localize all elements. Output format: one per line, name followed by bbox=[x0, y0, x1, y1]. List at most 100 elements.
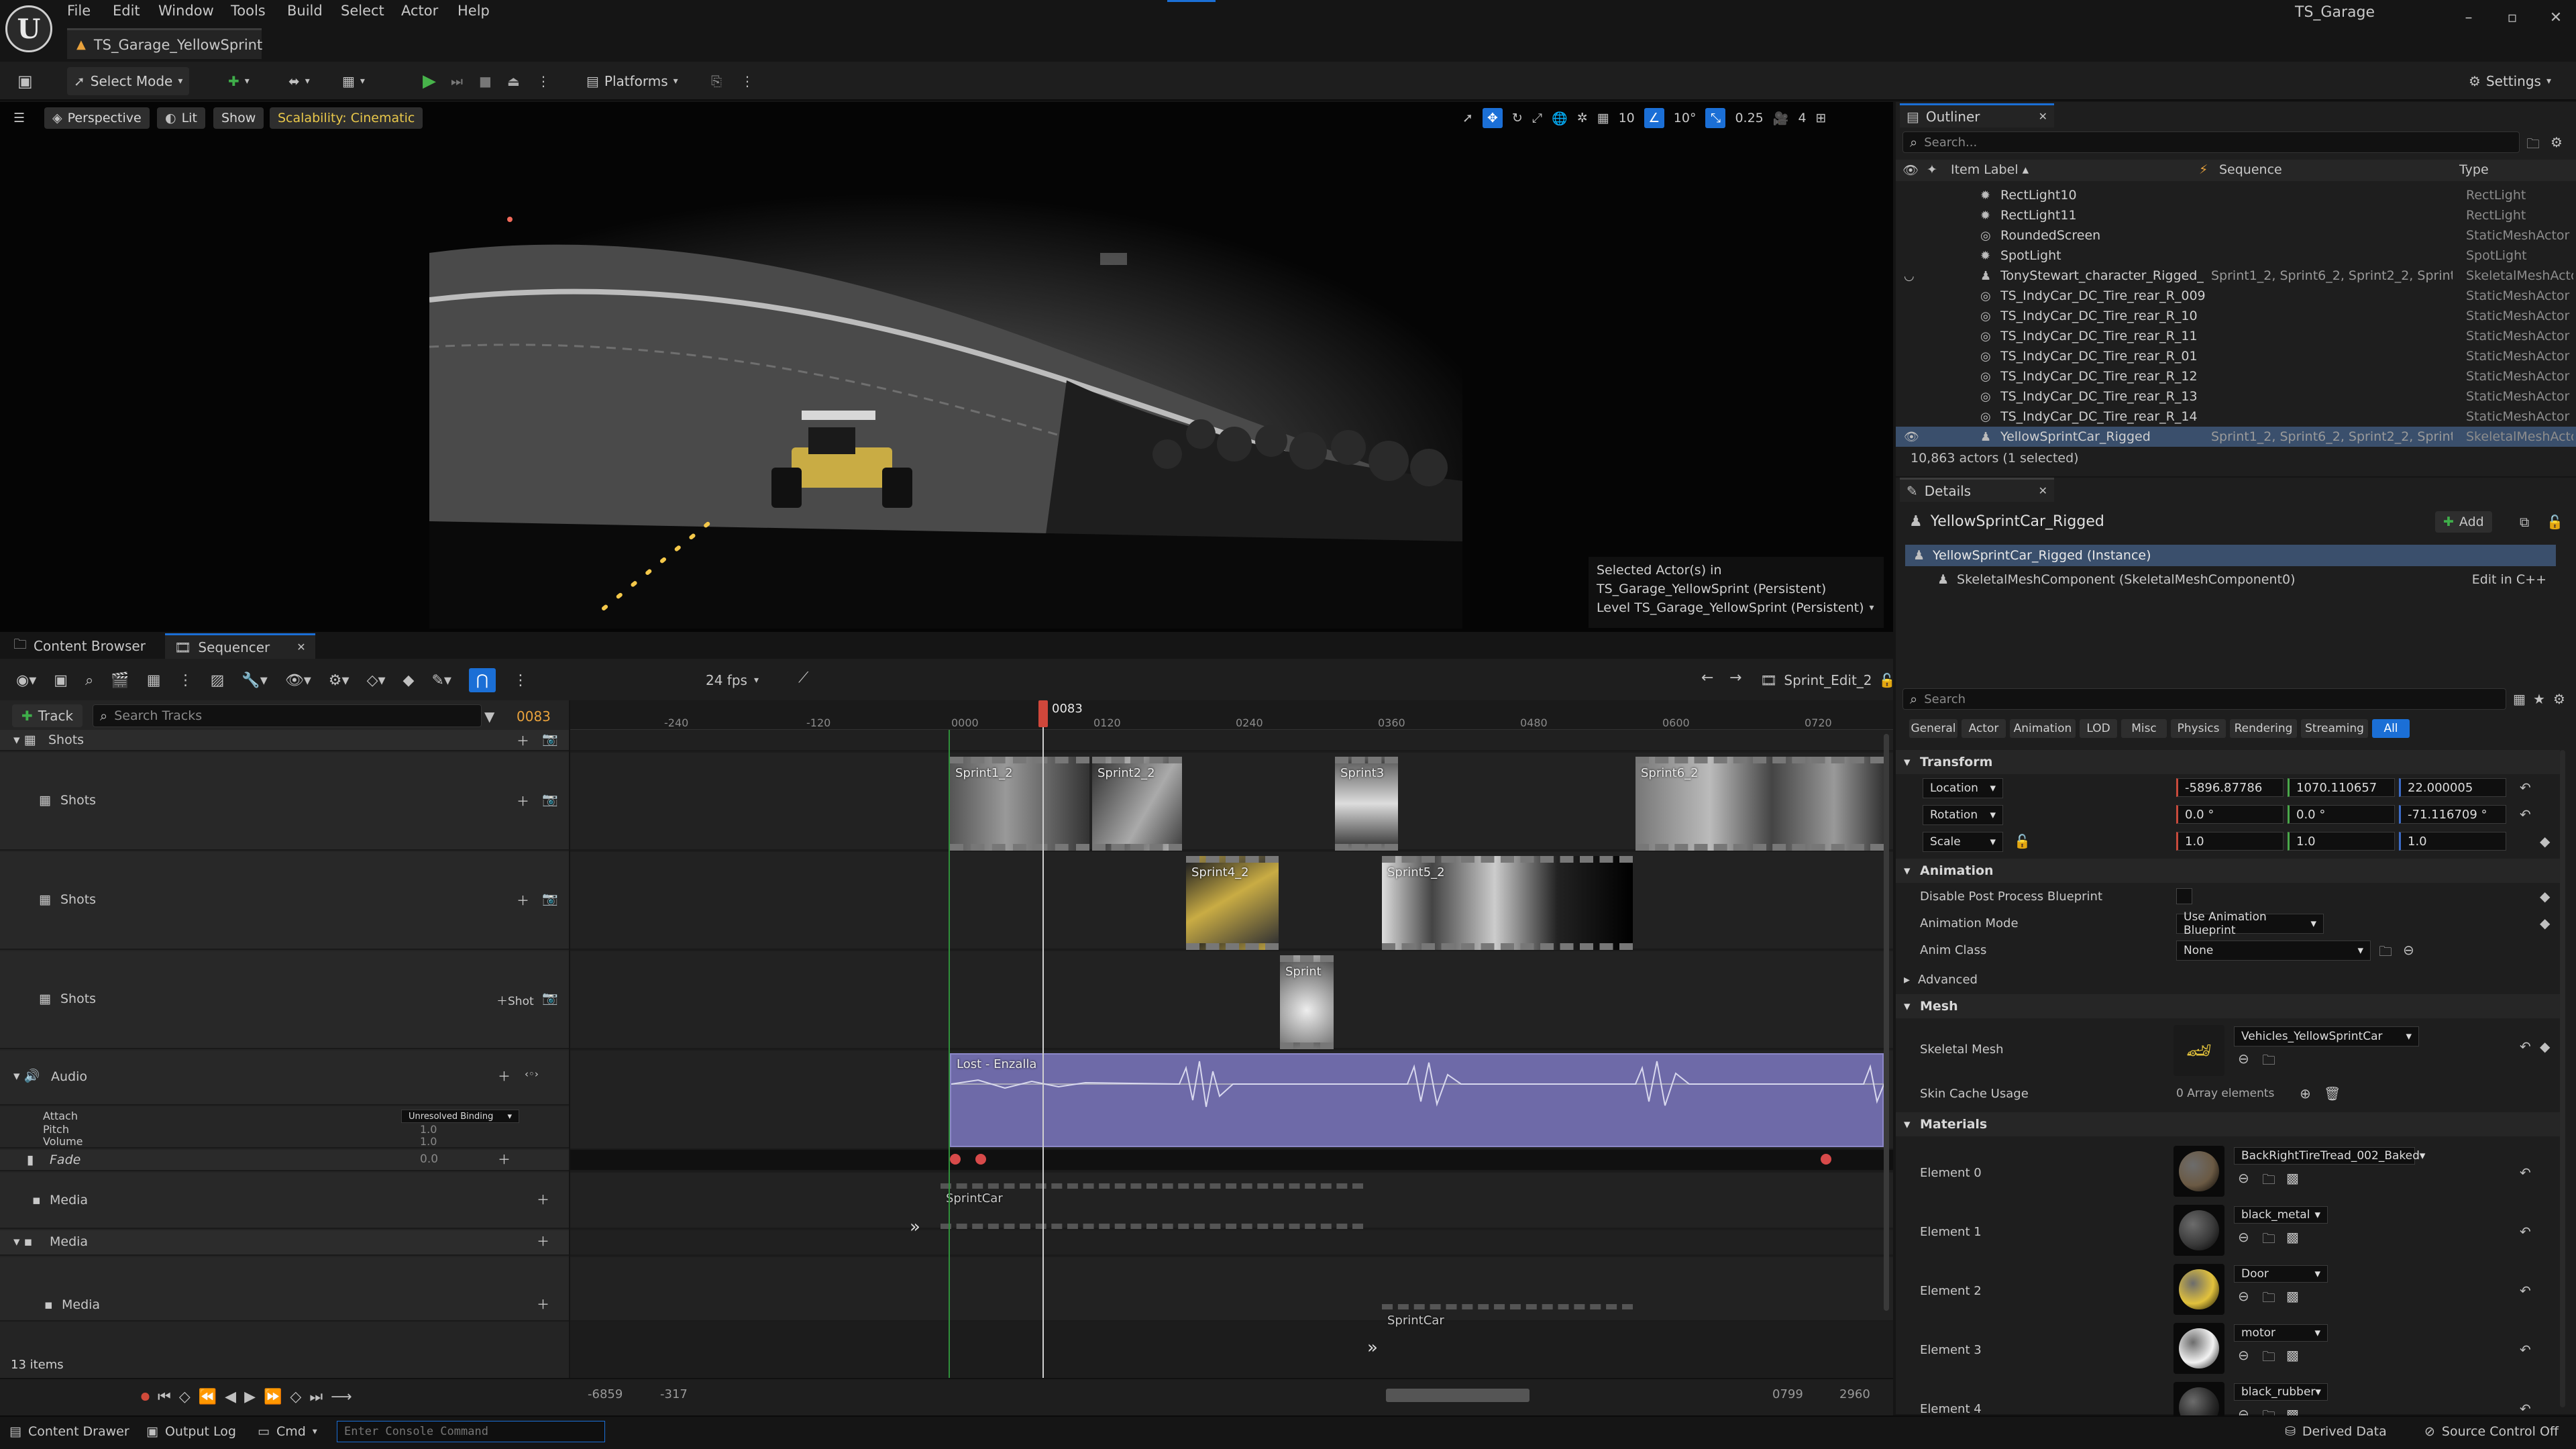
edit-mode-icon[interactable]: ✎▾ bbox=[431, 672, 451, 689]
platforms-dropdown[interactable]: ▤ Platforms ▾ bbox=[580, 67, 685, 95]
cmd-dropdown[interactable]: ▭ Cmd ▾ bbox=[258, 1421, 317, 1442]
menu-actor[interactable]: Actor bbox=[401, 3, 438, 25]
menu-help[interactable]: Help bbox=[458, 3, 490, 25]
close-icon[interactable]: ✕ bbox=[2039, 110, 2047, 123]
tab-outliner[interactable]: ▤ Outliner ✕ bbox=[1900, 103, 2054, 127]
outliner-row[interactable]: ◎ RoundedScreen StaticMeshActor bbox=[1896, 225, 2576, 246]
close-window-button[interactable]: ✕ bbox=[2536, 3, 2576, 32]
scale-snap-value[interactable]: 0.25 bbox=[1735, 111, 1763, 125]
rotation-z-field[interactable]: -71.116709 ° bbox=[2399, 805, 2506, 824]
viewport-layout-icon[interactable]: ⊞ bbox=[1816, 111, 1827, 125]
outliner-row[interactable]: ✹ SpotLight SpotLight bbox=[1896, 246, 2576, 266]
settings-button[interactable]: ⚙ Settings ▾ bbox=[2462, 67, 2558, 95]
range-out[interactable]: 0799 bbox=[1772, 1387, 1803, 1401]
lock-icon[interactable]: 🔓 bbox=[2546, 514, 2563, 530]
scale-dropdown[interactable]: Scale ▾ bbox=[1923, 832, 2003, 852]
record-icon[interactable]: ⏺ bbox=[141, 1387, 150, 1407]
grid-snap-value[interactable]: 10 bbox=[1619, 111, 1635, 125]
track-row[interactable]: ▾ ▦ Shots ＋ 📷 bbox=[0, 730, 569, 751]
speaker-icon[interactable]: ▾ 🔊 bbox=[13, 1068, 40, 1083]
media-clip[interactable]: SprintCar bbox=[941, 1183, 1363, 1229]
fps-dropdown[interactable]: 24 fps ▾ bbox=[706, 669, 759, 691]
add-shot-button[interactable]: ＋Shot bbox=[496, 991, 534, 1008]
vertical-scrollbar[interactable] bbox=[1884, 734, 1889, 1311]
reset-icon[interactable]: ↶ bbox=[2520, 1038, 2531, 1055]
material-dropdown[interactable]: BackRightTireTread_002_Baked ▾ bbox=[2234, 1147, 2425, 1165]
reset-icon[interactable]: ↶ bbox=[2520, 1165, 2531, 1181]
track-row[interactable]: ▦ Shots ＋Shot 📷 bbox=[0, 951, 569, 1049]
play-options-icon[interactable]: ⋮ bbox=[530, 67, 557, 95]
browse-icon[interactable]: 🗀 bbox=[2379, 942, 2392, 965]
settings-icon[interactable]: ⚙ bbox=[2553, 691, 2565, 707]
go-to-start-icon[interactable]: ⏮ bbox=[158, 1389, 171, 1405]
volume-value[interactable]: 1.0 bbox=[420, 1135, 437, 1148]
camera-cut-icon[interactable]: ▦ bbox=[147, 672, 161, 689]
advanced-row[interactable]: ▸ Advanced bbox=[1904, 969, 1978, 990]
material-thumbnail[interactable] bbox=[2174, 1146, 2224, 1197]
edit-in-cpp-link[interactable]: Edit in C++ bbox=[2472, 572, 2546, 587]
step-forward-icon[interactable]: ⏩ bbox=[264, 1389, 282, 1405]
pitch-value[interactable]: 1.0 bbox=[420, 1123, 437, 1136]
texture-icon[interactable]: ▩ bbox=[2286, 1288, 2299, 1304]
derived-data-button[interactable]: ⛁ Derived Data bbox=[2285, 1421, 2387, 1442]
details-scrollbar[interactable] bbox=[2560, 750, 2565, 1407]
track-row[interactable]: ▪ Media ＋ bbox=[0, 1173, 569, 1229]
expand-icon[interactable]: ▾ ▪ bbox=[13, 1234, 32, 1249]
playback-options-icon[interactable]: ⚙▾ bbox=[329, 672, 350, 689]
material-dropdown[interactable]: motor ▾ bbox=[2234, 1324, 2328, 1342]
prev-key-icon[interactable]: ◇ bbox=[179, 1389, 191, 1405]
lit-button[interactable]: ◐ Lit bbox=[157, 107, 205, 129]
anim-class-dropdown[interactable]: None ▾ bbox=[2176, 941, 2371, 961]
rotate-tool-icon[interactable]: ↻ bbox=[1512, 111, 1523, 125]
keyframe[interactable] bbox=[975, 1154, 986, 1165]
actions-icon[interactable]: 🔧▾ bbox=[241, 672, 267, 689]
material-dropdown[interactable]: black_metal ▾ bbox=[2234, 1206, 2328, 1224]
outliner-row[interactable]: ◎ TS_IndyCar_DC_Tire_rear_R_13 StaticMeshA… bbox=[1896, 386, 2576, 407]
visibility-icon[interactable]: 👁 bbox=[1904, 430, 1919, 444]
track-row[interactable]: Attach Unresolved Binding ▾ Pitch 1.0 Vol… bbox=[0, 1107, 569, 1148]
outliner-row[interactable]: ✹ RectLight11 RectLight bbox=[1896, 205, 2576, 225]
filter-tab-physics[interactable]: Physics bbox=[2171, 719, 2226, 738]
reset-icon[interactable]: ↶ bbox=[2520, 1401, 2531, 1417]
save-icon[interactable]: ▣ bbox=[11, 67, 40, 95]
time-ruler[interactable]: -240 -120 0000 0120 0240 0360 0480 0600 … bbox=[570, 700, 1893, 730]
add-component-button[interactable]: ✚ Add bbox=[2435, 511, 2492, 533]
media-clip[interactable]: SprintCar bbox=[1382, 1304, 1633, 1344]
expand-icon[interactable]: ▾ ▦ bbox=[13, 733, 36, 747]
use-selected-icon[interactable]: ⊖ bbox=[2238, 1051, 2249, 1067]
content-drawer-button[interactable]: ▤ Content Drawer bbox=[9, 1421, 129, 1442]
world-local-icon[interactable]: 🌐 bbox=[1552, 111, 1568, 126]
material-dropdown[interactable]: black_rubber ▾ bbox=[2234, 1383, 2328, 1401]
hidden-icon[interactable]: ◡ bbox=[1904, 269, 1917, 283]
filter-tab-all[interactable]: All bbox=[2372, 719, 2410, 738]
track-row[interactable]: ▾ ▪ Media ＋ bbox=[0, 1230, 569, 1256]
rotation-y-field[interactable]: 0.0 ° bbox=[2288, 805, 2395, 824]
outliner-search-input[interactable]: ⌕ Search... bbox=[1902, 131, 2520, 153]
use-selected-icon[interactable]: ⊖ bbox=[2238, 1347, 2249, 1363]
material-thumbnail[interactable] bbox=[2174, 1264, 2224, 1315]
transform-header[interactable]: ▾ Transform bbox=[1896, 750, 2560, 774]
lock-scale-icon[interactable]: 🔓 bbox=[2014, 833, 2031, 849]
level-viewport[interactable] bbox=[0, 102, 1893, 632]
go-to-end-icon[interactable]: ⏭ bbox=[309, 1389, 323, 1405]
texture-icon[interactable]: ▩ bbox=[2286, 1170, 2299, 1186]
surface-snap-icon[interactable]: ✲ bbox=[1577, 111, 1588, 125]
skeletal-mesh-thumbnail[interactable]: 🏎 bbox=[2174, 1025, 2224, 1076]
use-selected-icon[interactable]: ⊖ bbox=[2238, 1170, 2249, 1186]
reset-icon[interactable]: ↶ bbox=[2520, 1342, 2531, 1358]
audio-clip[interactable]: Lost - Enzalla bbox=[950, 1053, 1885, 1147]
more-options-icon[interactable]: ◆ bbox=[2540, 1038, 2550, 1055]
outliner-row[interactable]: ◎ TS_IndyCar_DC_Tire_rear_R_009 StaticMesh… bbox=[1896, 286, 2576, 306]
sequencer-timeline[interactable]: -240 -120 0000 0120 0240 0360 0480 0600 … bbox=[570, 700, 1893, 1378]
reset-icon[interactable]: ↶ bbox=[2520, 806, 2531, 822]
track-row[interactable]: ▦ Shots ＋ 📷 bbox=[0, 852, 569, 950]
console-command-input[interactable] bbox=[337, 1421, 605, 1442]
grid-snap-icon[interactable]: ▦ bbox=[1597, 111, 1609, 125]
use-selected-icon[interactable]: ⊖ bbox=[2403, 942, 2414, 958]
tab-content-browser[interactable]: 🗀 Content Browser bbox=[4, 633, 155, 659]
unreal-logo-icon[interactable]: U bbox=[5, 5, 52, 52]
add-icon[interactable]: ＋ bbox=[537, 1295, 549, 1313]
reset-icon[interactable]: ↶ bbox=[2520, 1224, 2531, 1240]
add-track-button[interactable]: ✚ Track bbox=[12, 704, 83, 727]
sequence-name[interactable]: Sprint_Edit_2 bbox=[1784, 672, 1872, 688]
